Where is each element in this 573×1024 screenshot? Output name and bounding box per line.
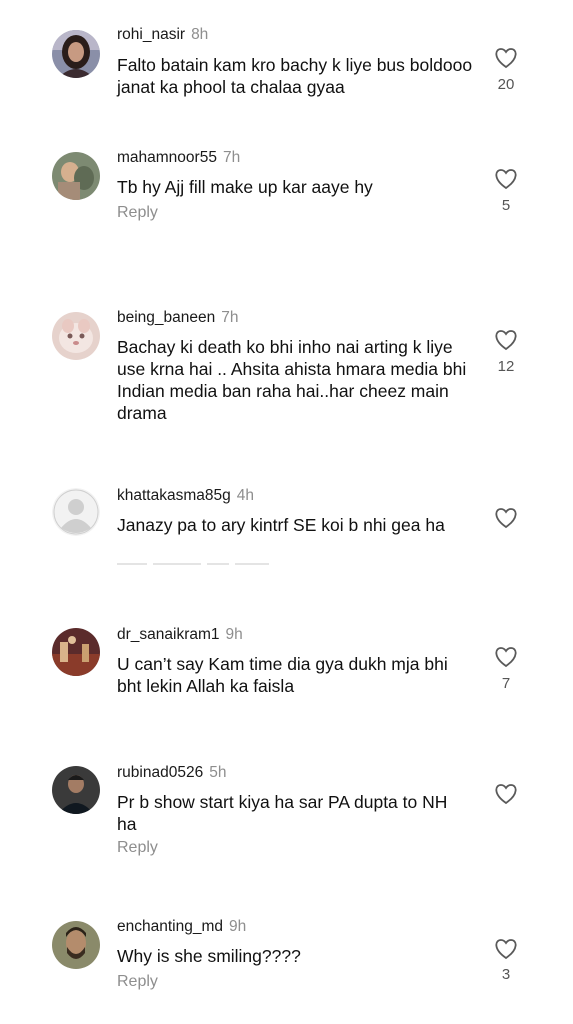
timestamp: 7h — [222, 149, 241, 166]
heart-outline-icon[interactable] — [494, 938, 518, 960]
comment-header: being_baneen 7h — [117, 309, 239, 327]
timestamp: 9h — [229, 918, 247, 935]
comment-text: Why is she smiling???? — [117, 946, 301, 966]
timestamp: 8h — [191, 26, 209, 43]
username[interactable]: enchanting_md — [117, 918, 223, 935]
comment-text: Bachay ki death ko bhi inho nai arting k… — [117, 337, 467, 423]
avatar[interactable] — [52, 628, 100, 676]
reply-button[interactable]: Reply — [117, 973, 158, 991]
like-count: 7 — [501, 675, 511, 692]
timestamp: 9h — [225, 626, 243, 643]
like-count: 5 — [501, 197, 511, 214]
heart-outline-icon[interactable] — [494, 329, 518, 351]
heart-outline-icon[interactable] — [494, 168, 518, 190]
default-user-icon[interactable] — [52, 488, 100, 536]
avatar[interactable] — [52, 30, 100, 78]
avatar[interactable] — [52, 766, 100, 814]
username[interactable]: being_baneen — [117, 309, 215, 326]
timestamp: 7h — [221, 309, 239, 326]
comment-header: rubinad0526 5h — [117, 764, 226, 782]
like-count: 12 — [497, 358, 515, 375]
username[interactable]: dr_sanaikram1 — [117, 626, 220, 643]
comment-header: dr_sanaikram1 9h — [117, 626, 243, 644]
username[interactable]: mahamnoor55 — [117, 149, 217, 166]
username[interactable]: rubinad0526 — [117, 764, 203, 781]
timestamp: 4h — [236, 487, 254, 504]
username[interactable]: rohi_nasir — [117, 26, 185, 43]
heart-outline-icon[interactable] — [494, 646, 518, 668]
comment-text: U can’t say Kam time dia gya dukh mja bh… — [117, 654, 448, 696]
like-count: 3 — [501, 966, 511, 983]
comment-header: rohi_nasir 8h — [117, 26, 208, 44]
comment-text: Pr b show start kiya ha sar PA dupta to … — [117, 792, 448, 834]
heart-outline-icon[interactable] — [494, 783, 518, 805]
like-count: 20 — [497, 76, 515, 93]
avatar[interactable] — [52, 152, 100, 200]
comment-text: Tb hy Ajj fill make up kar aaye hy — [117, 177, 373, 197]
comment-text: Janazy pa to ary kintrf SE koi b nhi gea… — [117, 515, 445, 535]
heart-outline-icon[interactable] — [494, 507, 518, 529]
reply-button[interactable]: Reply — [117, 839, 158, 857]
comment-text: Falto batain kam kro bachy k liye bus bo… — [117, 55, 473, 97]
avatar[interactable] — [52, 312, 100, 360]
comment-header: enchanting_md 9h — [117, 918, 246, 936]
heart-outline-icon[interactable] — [494, 47, 518, 69]
comment-header: khattakasma85g 4h — [117, 487, 254, 505]
username[interactable]: khattakasma85g — [117, 487, 231, 504]
timestamp: 5h — [209, 764, 227, 781]
avatar[interactable] — [52, 921, 100, 969]
reply-button[interactable]: Reply — [117, 204, 158, 222]
truncated-text-fade — [117, 563, 287, 567]
comment-header: mahamnoor55 7h — [117, 149, 240, 167]
